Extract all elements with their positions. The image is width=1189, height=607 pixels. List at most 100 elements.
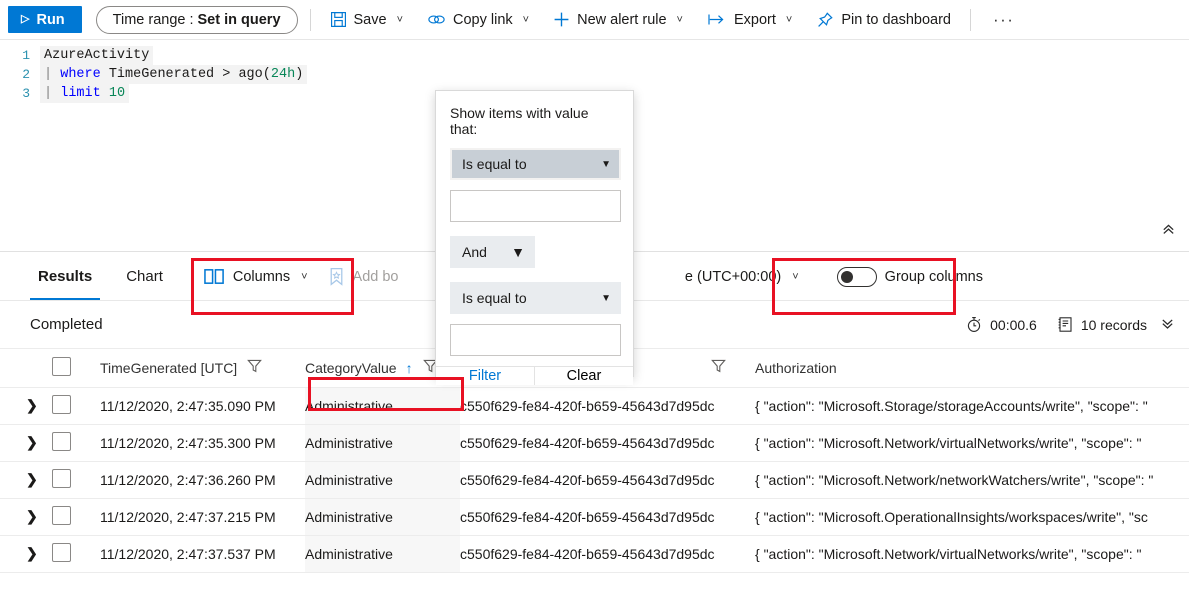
expand-results-button[interactable] bbox=[1154, 316, 1181, 334]
chevron-right-icon[interactable]: ❯ bbox=[0, 508, 38, 524]
query-status-text: Completed bbox=[30, 316, 103, 333]
filter-clear-button[interactable]: Clear bbox=[534, 367, 633, 385]
timezone-label: e (UTC+00:00) bbox=[685, 269, 781, 285]
chevron-down-icon: ˅ bbox=[301, 271, 307, 283]
code-text[interactable]: | limit 10 bbox=[40, 84, 129, 103]
filter-operator-2-select[interactable]: Is equal to ▼ bbox=[450, 282, 621, 314]
timezone-picker[interactable]: e (UTC+00:00) ˅ bbox=[679, 260, 805, 294]
group-columns-label: Group columns bbox=[885, 269, 983, 285]
save-button[interactable]: Save ˅ bbox=[323, 4, 411, 36]
chevron-down-icon: ▼ bbox=[601, 293, 611, 304]
toolbar-divider-1 bbox=[310, 9, 311, 31]
row-expand-cell[interactable]: ❯ bbox=[0, 535, 52, 572]
export-button[interactable]: Export ˅ bbox=[700, 4, 799, 36]
chevron-right-icon[interactable]: ❯ bbox=[0, 545, 38, 561]
chevron-down-icon: ˅ bbox=[786, 14, 792, 26]
query-stats: 00:00.6 10 records bbox=[966, 316, 1189, 334]
row-checkbox[interactable] bbox=[52, 543, 71, 562]
toggle-knob bbox=[841, 271, 853, 283]
table-row[interactable]: ❯ 11/12/2020, 2:47:37.537 PM Administrat… bbox=[0, 535, 1189, 572]
table-row[interactable]: ❯ 11/12/2020, 2:47:36.260 PM Administrat… bbox=[0, 461, 1189, 498]
chevron-right-icon[interactable]: ❯ bbox=[0, 434, 38, 450]
toolbar-divider-2 bbox=[970, 9, 971, 31]
filter-apply-button[interactable]: Filter bbox=[436, 367, 534, 385]
filter-icon[interactable] bbox=[710, 358, 727, 377]
row-select-cell[interactable] bbox=[52, 535, 100, 572]
tab-chart[interactable]: Chart bbox=[118, 253, 171, 300]
line-number: 3 bbox=[0, 86, 40, 101]
row-select-cell[interactable] bbox=[52, 461, 100, 498]
row-select-cell[interactable] bbox=[52, 498, 100, 535]
table-row[interactable]: ❯ 11/12/2020, 2:47:37.215 PM Administrat… bbox=[0, 498, 1189, 535]
time-range-prefix: Time range : bbox=[113, 12, 194, 28]
time-range-picker[interactable]: Time range : Set in query bbox=[96, 6, 298, 34]
cell-authorization: { "action": "Microsoft.Network/networkWa… bbox=[755, 461, 1189, 498]
header-categoryvalue-label: CategoryValue bbox=[305, 360, 397, 376]
code-text[interactable]: | where TimeGenerated > ago(24h) bbox=[40, 65, 307, 84]
results-table-container[interactable]: TimeGenerated [UTC] CategoryValue ↑ bbox=[0, 349, 1189, 607]
add-bookmark-label: Add bo bbox=[353, 269, 399, 285]
code-line: 2 | where TimeGenerated > ago(24h) bbox=[0, 65, 1189, 84]
filter-conjunction-value: And bbox=[462, 244, 487, 260]
row-expand-cell[interactable]: ❯ bbox=[0, 424, 52, 461]
expand-header-cell bbox=[0, 349, 52, 387]
row-select-cell[interactable] bbox=[52, 387, 100, 424]
select-all-checkbox[interactable] bbox=[52, 357, 71, 376]
chevron-down-icon: ▼ bbox=[601, 159, 611, 170]
elapsed-time-stat: 00:00.6 bbox=[966, 316, 1037, 333]
chevron-right-icon[interactable]: ❯ bbox=[0, 397, 38, 413]
row-checkbox[interactable] bbox=[52, 395, 71, 414]
save-icon bbox=[330, 11, 347, 28]
export-label: Export bbox=[734, 12, 776, 28]
chevron-right-icon[interactable]: ❯ bbox=[0, 471, 38, 487]
sort-ascending-icon[interactable]: ↑ bbox=[406, 360, 413, 376]
table-row[interactable]: ❯ 11/12/2020, 2:47:35.300 PM Administrat… bbox=[0, 424, 1189, 461]
analytics-query-page: ▷ Run Time range : Set in query Save ˅ bbox=[0, 0, 1189, 607]
columns-button[interactable]: Columns ˅ bbox=[198, 260, 314, 294]
tab-results[interactable]: Results bbox=[30, 253, 100, 300]
header-authorization[interactable]: Authorization bbox=[755, 349, 1189, 387]
chevron-down-icon: ˅ bbox=[792, 271, 798, 283]
cell-authorization: { "action": "Microsoft.OperationalInsigh… bbox=[755, 498, 1189, 535]
cell-categoryvalue: Administrative bbox=[305, 387, 460, 424]
pin-icon bbox=[816, 11, 834, 29]
bookmark-icon bbox=[328, 267, 345, 286]
collapse-editor-button[interactable] bbox=[1155, 219, 1181, 245]
more-commands-button[interactable]: ··· bbox=[983, 4, 1024, 36]
group-columns-control[interactable]: Group columns bbox=[831, 260, 989, 294]
row-expand-cell[interactable]: ❯ bbox=[0, 461, 52, 498]
column-filter-panel[interactable]: Show items with value that: Is equal to … bbox=[435, 90, 634, 377]
run-button[interactable]: ▷ Run bbox=[8, 6, 82, 33]
cell-categoryvalue: Administrative bbox=[305, 461, 460, 498]
row-checkbox[interactable] bbox=[52, 432, 71, 451]
chevron-down-icon: ▼ bbox=[511, 244, 525, 260]
group-columns-toggle[interactable] bbox=[837, 267, 877, 287]
chevron-double-up-icon bbox=[1161, 222, 1176, 242]
row-expand-cell[interactable]: ❯ bbox=[0, 387, 52, 424]
filter-icon[interactable] bbox=[246, 358, 263, 377]
new-alert-rule-button[interactable]: New alert rule ˅ bbox=[546, 4, 690, 36]
row-expand-cell[interactable]: ❯ bbox=[0, 498, 52, 535]
cell-categoryvalue: Administrative bbox=[305, 498, 460, 535]
table-row[interactable]: ❯ 11/12/2020, 2:47:35.090 PM Administrat… bbox=[0, 387, 1189, 424]
filter-conjunction-select[interactable]: And ▼ bbox=[450, 236, 535, 268]
record-count-stat: 10 records bbox=[1057, 316, 1147, 333]
cell-authorization: { "action": "Microsoft.Storage/storageAc… bbox=[755, 387, 1189, 424]
row-checkbox[interactable] bbox=[52, 469, 71, 488]
row-select-cell[interactable] bbox=[52, 424, 100, 461]
code-text[interactable]: AzureActivity bbox=[40, 46, 153, 65]
filter-value-1-input[interactable] bbox=[450, 190, 621, 222]
copy-link-button[interactable]: Copy link ˅ bbox=[420, 4, 536, 36]
filter-operator-2-value: Is equal to bbox=[462, 290, 527, 306]
cell-timegenerated: 11/12/2020, 2:47:37.537 PM bbox=[100, 535, 305, 572]
filter-operator-1-select[interactable]: Is equal to ▼ bbox=[450, 148, 621, 180]
header-timegenerated[interactable]: TimeGenerated [UTC] bbox=[100, 349, 305, 387]
row-checkbox[interactable] bbox=[52, 506, 71, 525]
new-alert-rule-label: New alert rule bbox=[577, 12, 666, 28]
export-icon bbox=[707, 12, 727, 27]
filter-value-2-input[interactable] bbox=[450, 324, 621, 356]
cell-correlationid: c550f629-fe84-420f-b659-45643d7d95dc bbox=[460, 461, 755, 498]
pin-to-dashboard-button[interactable]: Pin to dashboard bbox=[809, 4, 958, 36]
code-line: 1 AzureActivity bbox=[0, 46, 1189, 65]
add-bookmark-button[interactable]: Add bo bbox=[322, 260, 405, 294]
